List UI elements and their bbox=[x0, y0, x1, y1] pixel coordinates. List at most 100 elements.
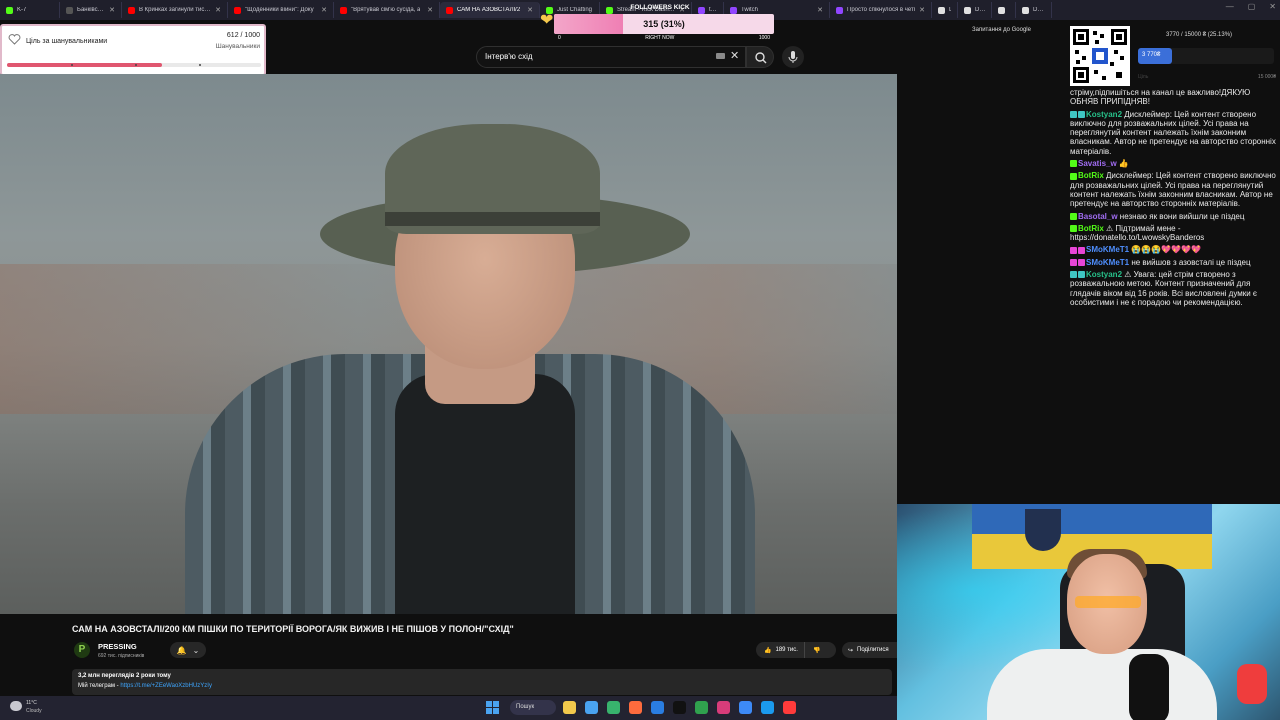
chat-username[interactable]: SMoKMeT1 bbox=[1086, 258, 1131, 267]
search-button[interactable] bbox=[746, 46, 774, 68]
video-player[interactable] bbox=[0, 74, 897, 614]
goal-progress-bar bbox=[7, 63, 261, 67]
tab-close-icon[interactable]: ✕ bbox=[109, 6, 115, 14]
taskbar-app-icon[interactable] bbox=[563, 701, 576, 714]
tab-close-icon[interactable]: ✕ bbox=[817, 6, 823, 14]
taskbar-app-icon[interactable] bbox=[651, 701, 664, 714]
taskbar-app-icon[interactable] bbox=[629, 701, 642, 714]
description-prefix: Мій телеграм - bbox=[78, 683, 121, 689]
microphone-icon bbox=[788, 51, 798, 63]
chat-message: Kostyan2 Дисклеймер: Цей контент створен… bbox=[1070, 110, 1278, 156]
browser-tab[interactable]: Donatello bbox=[958, 2, 992, 18]
voice-search-button[interactable] bbox=[782, 46, 804, 68]
subscription-bell-button[interactable]: 🔔 ⌄ bbox=[170, 642, 206, 658]
chat-username[interactable]: Savatis_w bbox=[1078, 159, 1119, 168]
tab-favicon-icon bbox=[1022, 6, 1029, 14]
browser-tab[interactable]: K-7 bbox=[0, 2, 60, 18]
like-button[interactable]: 👍 189 тис. bbox=[756, 642, 805, 658]
taskbar-app-icon[interactable] bbox=[783, 701, 796, 714]
browser-tab[interactable]: В Кринках загинули тисячі ✕ bbox=[122, 2, 228, 18]
tab-favicon-icon bbox=[128, 6, 135, 14]
channel-avatar[interactable]: P bbox=[74, 642, 90, 658]
tab-close-icon[interactable]: ✕ bbox=[215, 6, 221, 14]
goal-progress-fill bbox=[7, 63, 163, 67]
browser-tab[interactable]: "Щоденники війни": Доку ✕ bbox=[228, 2, 334, 18]
channel-name[interactable]: PRESSING bbox=[98, 642, 137, 651]
taskbar-app-icon[interactable] bbox=[761, 701, 774, 714]
donation-progress-text: 3770 / 15000 ₴ (25.13%) bbox=[1166, 32, 1233, 38]
chat-badge-icon bbox=[1070, 212, 1077, 220]
goal-subtitle: Шанувальники bbox=[215, 43, 260, 50]
chat-text: не вийшов з азовсталі це піздец bbox=[1131, 257, 1251, 267]
search-input[interactable]: Інтерв'ю схід bbox=[476, 46, 746, 68]
chat-username[interactable]: Kostyan2 bbox=[1086, 110, 1124, 119]
video-info: САМ НА АЗОВСТАЛІ/200 КМ ПІШКИ ПО ТЕРИТОР… bbox=[0, 614, 898, 696]
minimize-icon[interactable]: — bbox=[1226, 2, 1234, 11]
tab-favicon-icon bbox=[938, 6, 945, 14]
channel-subscribers: 692 тис. підписників bbox=[98, 653, 145, 659]
os-taskbar: 11°C Cloudy Пошук bbox=[0, 696, 897, 720]
chat-badge-icon bbox=[1070, 271, 1077, 279]
chat-username[interactable]: SMoKMeT1 bbox=[1086, 245, 1131, 254]
taskbar-app-icon[interactable] bbox=[585, 701, 598, 714]
browser-tab[interactable]: Просто спікнулося в четі ✕ bbox=[830, 2, 932, 18]
clear-search-icon[interactable]: ✕ bbox=[730, 49, 739, 62]
tab-label: K-7 bbox=[17, 7, 27, 13]
close-window-icon[interactable]: ✕ bbox=[1269, 2, 1276, 11]
description-text: Мій телеграм - https://t.me/+ZEeWaoXzbHU… bbox=[78, 683, 212, 689]
weather-temperature: 11°C bbox=[26, 700, 37, 706]
tab-close-icon[interactable]: ✕ bbox=[527, 6, 533, 14]
streamer-webcam bbox=[897, 504, 1280, 720]
tab-label: В Кринках загинули тисячі bbox=[139, 7, 212, 13]
maximize-icon[interactable]: ▢ bbox=[1248, 2, 1256, 11]
tab-favicon-icon bbox=[6, 6, 13, 14]
browser-tab[interactable]: "Врятував сім'ю сусіда, а ✕ bbox=[334, 2, 440, 18]
chevron-down-icon: ⌄ bbox=[192, 645, 200, 655]
browser-tab[interactable]: Firma bbox=[992, 2, 1016, 18]
tab-close-icon[interactable]: ✕ bbox=[427, 6, 433, 14]
description-box[interactable]: 3,2 млн переглядів 2 роки тому Мій телег… bbox=[72, 669, 892, 695]
search-icon bbox=[755, 52, 767, 64]
tab-label: Просто спікнулося в четі bbox=[847, 7, 916, 13]
browser-tab[interactable]: САМ НА АЗОВСТАЛІ/2 ✕ bbox=[440, 2, 540, 18]
view-count-date: 3,2 млн переглядів 2 роки тому bbox=[78, 673, 171, 679]
chat-username[interactable]: Kostyan2 bbox=[1086, 270, 1124, 279]
google-translate-label[interactable]: Запитання до Google bbox=[972, 27, 1031, 33]
qr-code-icon bbox=[1070, 26, 1130, 86]
chat-badge-icon bbox=[1078, 259, 1085, 267]
red-fist bbox=[1237, 664, 1267, 704]
chat-badge-icon bbox=[1078, 271, 1085, 279]
taskbar-app-icon[interactable] bbox=[739, 701, 752, 714]
browser-tab[interactable]: Банківська категорія✕ bbox=[60, 2, 122, 18]
chat-badge-icon bbox=[1070, 160, 1077, 168]
start-button[interactable] bbox=[486, 701, 499, 714]
chat-message: стріму,підпишіться на канал це важливо!Д… bbox=[1070, 88, 1278, 107]
keyboard-icon[interactable] bbox=[716, 53, 725, 59]
chat-message: BotRix Дисклеймер: Цей контент створено … bbox=[1070, 171, 1278, 208]
tab-label: DeepState bbox=[1033, 7, 1045, 13]
thumbs-up-icon: 👍 bbox=[764, 647, 772, 654]
chat-username[interactable]: BotRix bbox=[1078, 171, 1106, 180]
fan-goal-widget: Ціль за шанувальниками 612 / 1000 Шанува… bbox=[0, 24, 266, 76]
taskbar-search[interactable]: Пошук bbox=[510, 700, 556, 715]
taskbar-app-icon[interactable] bbox=[695, 701, 708, 714]
chat-message: SMoKMeT1 не вийшов з азовсталі це піздец bbox=[1070, 258, 1278, 267]
weather-description: Cloudy bbox=[26, 708, 42, 714]
telegram-link[interactable]: https://t.me/+ZEeWaoXzbHUzYzIy bbox=[120, 683, 212, 689]
dislike-button[interactable]: 👎 bbox=[805, 642, 828, 658]
browser-tab[interactable]: Donate bbox=[932, 2, 958, 18]
chat-username[interactable]: Basotal_w bbox=[1078, 212, 1120, 221]
bell-icon: 🔔 bbox=[176, 645, 187, 655]
chat-username[interactable]: BotRix bbox=[1078, 224, 1106, 233]
tab-close-icon[interactable]: ✕ bbox=[919, 6, 925, 14]
taskbar-app-icon[interactable] bbox=[717, 701, 730, 714]
browser-tab[interactable]: DeepState bbox=[1016, 2, 1052, 18]
taskbar-app-icon[interactable] bbox=[607, 701, 620, 714]
window-controls: — ▢ ✕ bbox=[1226, 2, 1276, 11]
share-button[interactable]: ↪ Поділитися bbox=[842, 642, 898, 658]
tab-label: Банківська категорія bbox=[77, 7, 106, 13]
heart-icon: ❤ bbox=[540, 12, 554, 29]
taskbar-app-icon[interactable] bbox=[673, 701, 686, 714]
tab-close-icon[interactable]: ✕ bbox=[321, 6, 327, 14]
tab-favicon-icon bbox=[998, 6, 1005, 14]
